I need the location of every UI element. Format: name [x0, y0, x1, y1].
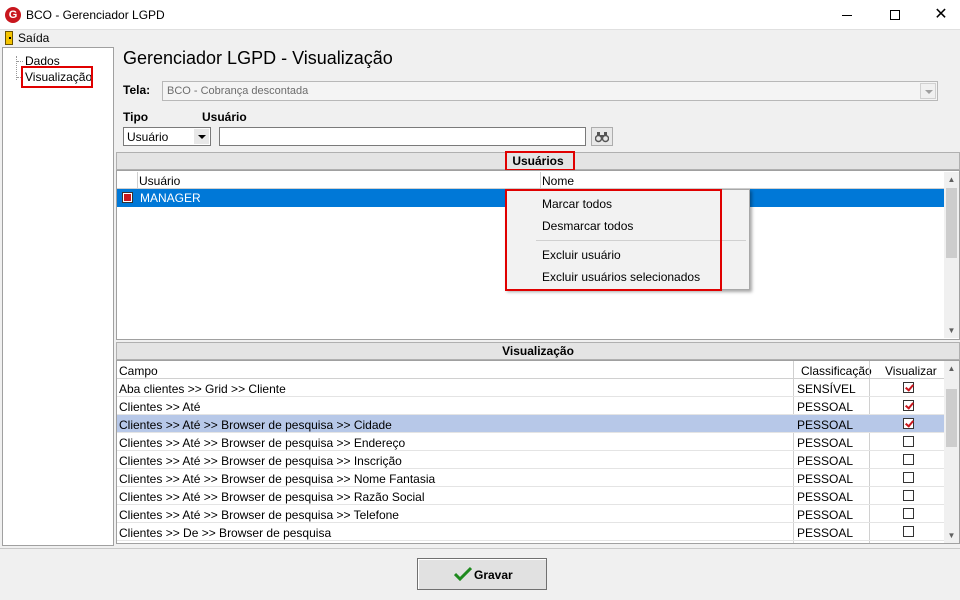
visualizar-checkbox[interactable]	[903, 472, 914, 483]
campo-cell: Clientes >> Até >> Browser de pesquisa >…	[119, 454, 402, 468]
chevron-down-icon[interactable]	[920, 83, 936, 99]
classificacao-cell: PESSOAL	[797, 472, 854, 486]
visualizar-checkbox[interactable]	[903, 508, 914, 519]
minimize-button[interactable]	[824, 0, 870, 30]
scroll-up-icon[interactable]: ▲	[944, 172, 959, 187]
scroll-down-icon[interactable]: ▼	[944, 323, 959, 338]
column-separator	[137, 172, 138, 189]
binoculars-icon	[594, 132, 610, 143]
maximize-icon	[890, 10, 900, 20]
scroll-thumb[interactable]	[946, 188, 957, 258]
navigation-tree: Dados Visualização	[2, 47, 114, 546]
scroll-up-icon[interactable]: ▲	[944, 361, 959, 376]
campo-cell: Clientes >> Até >> Browser de pesquisa >…	[119, 418, 392, 432]
table-row[interactable]: Clientes >> Até >> Browser de pesquisa >…	[117, 451, 945, 469]
campo-cell: Aba clientes >> Grid >> Cliente	[119, 382, 286, 396]
close-icon: ✕	[934, 6, 948, 23]
maximize-button[interactable]	[872, 0, 918, 30]
visualizar-checkbox[interactable]	[903, 490, 914, 501]
tipo-selected-value: Usuário	[127, 130, 169, 144]
window-title: BCO - Gerenciador LGPD	[26, 8, 165, 22]
table-row[interactable]: Clientes >> Até >> Browser de pesquisa >…	[117, 487, 945, 505]
column-header-usuario[interactable]: Usuário	[139, 174, 180, 188]
tree-connector	[17, 61, 23, 62]
row-checkbox[interactable]	[122, 192, 133, 203]
visualizar-checkbox[interactable]	[903, 526, 914, 537]
classificacao-cell: PESSOAL	[797, 400, 854, 414]
title-bar: G BCO - Gerenciador LGPD ✕	[0, 0, 960, 30]
classificacao-cell: PESSOAL	[797, 508, 854, 522]
tipo-select[interactable]: Usuário	[123, 127, 211, 146]
exit-menu-item[interactable]: Saída	[18, 31, 49, 45]
search-button[interactable]	[591, 127, 613, 146]
campo-cell: Clientes >> Até >> Browser de pesquisa >…	[119, 472, 436, 486]
campo-cell: Clientes >> De >> Browser de pesquisa	[119, 526, 332, 540]
visualizacao-scrollbar[interactable]: ▲ ▼	[944, 361, 959, 543]
column-header-nome[interactable]: Nome	[542, 174, 574, 188]
scroll-thumb[interactable]	[946, 389, 957, 447]
save-button[interactable]: Gravar	[417, 558, 547, 590]
menu-bar: Saída	[0, 30, 960, 46]
save-button-label: Gravar	[474, 568, 513, 582]
campo-cell: Clientes >> Até	[119, 400, 201, 414]
table-row[interactable]: Clientes >> Até >> Browser de pesquisa >…	[117, 415, 945, 433]
tela-select[interactable]: BCO - Cobrança descontada	[162, 81, 938, 101]
campo-cell: Clientes >> Até >> Browser de pesquisa >…	[119, 508, 399, 522]
classificacao-cell: PESSOAL	[797, 436, 854, 450]
table-row[interactable]: Clientes >> Até >> Browser de pesquisa >…	[117, 469, 945, 487]
column-header-classificacao[interactable]: Classificação	[801, 364, 872, 378]
app-logo-icon: G	[5, 7, 21, 23]
column-header-campo[interactable]: Campo	[119, 364, 158, 378]
chevron-down-icon[interactable]	[194, 129, 209, 144]
visualizar-checkbox[interactable]	[903, 454, 914, 465]
scroll-down-icon[interactable]: ▼	[944, 528, 959, 543]
tela-selected-value: BCO - Cobrança descontada	[167, 85, 309, 97]
user-name-cell: MANAGER	[140, 191, 201, 205]
annotation-highlight-box	[21, 66, 93, 88]
users-column-header: Usuário Nome	[117, 172, 945, 189]
users-scrollbar[interactable]: ▲ ▼	[944, 172, 959, 338]
annotation-highlight-box	[505, 151, 575, 171]
campo-cell: Clientes >> Até >> Browser de pesquisa >…	[119, 490, 425, 504]
table-row[interactable]: Aba clientes >> Grid >> Cliente SENSÍVEL	[117, 379, 945, 397]
visualizacao-panel-header: Visualização	[116, 342, 960, 360]
visualizar-checkbox[interactable]	[903, 418, 914, 429]
table-row[interactable]: Clientes >> De >> Browser de pesquisa PES…	[117, 523, 945, 541]
table-row[interactable]: Clientes >> Até >> Browser de pesquisa >…	[117, 505, 945, 523]
usuario-input[interactable]	[219, 127, 586, 146]
column-header-visualizar[interactable]: Visualizar	[885, 364, 937, 378]
visualizar-checkbox[interactable]	[903, 436, 914, 447]
close-button[interactable]: ✕	[918, 0, 960, 30]
classificacao-cell: PESSOAL	[797, 490, 854, 504]
page-title: Gerenciador LGPD - Visualização	[123, 48, 393, 68]
visualizacao-grid: Campo Classificação Visualizar Aba clien…	[116, 360, 960, 544]
minimize-icon	[842, 15, 852, 16]
tipo-label: Tipo	[123, 110, 149, 124]
tela-label: Tela:	[123, 83, 151, 97]
visualizar-checkbox[interactable]	[903, 400, 914, 411]
classificacao-cell: PESSOAL	[797, 418, 854, 432]
classificacao-cell: PESSOAL	[797, 454, 854, 468]
usuario-label: Usuário	[202, 110, 247, 124]
visualizacao-column-header: Campo Classificação Visualizar	[117, 361, 945, 379]
table-row[interactable]: Clientes >> Até PESSOAL	[117, 397, 945, 415]
table-row[interactable]: Clientes >> Até >> Browser de pesquisa >…	[117, 433, 945, 451]
column-separator	[540, 172, 541, 189]
exit-door-icon[interactable]	[5, 31, 13, 45]
checkmark-icon	[454, 566, 472, 582]
classificacao-cell: SENSÍVEL	[797, 382, 856, 396]
annotation-highlight-box	[505, 189, 722, 291]
visualizar-checkbox[interactable]	[903, 382, 914, 393]
classificacao-cell: PESSOAL	[797, 526, 854, 540]
campo-cell: Clientes >> Até >> Browser de pesquisa >…	[119, 436, 406, 450]
